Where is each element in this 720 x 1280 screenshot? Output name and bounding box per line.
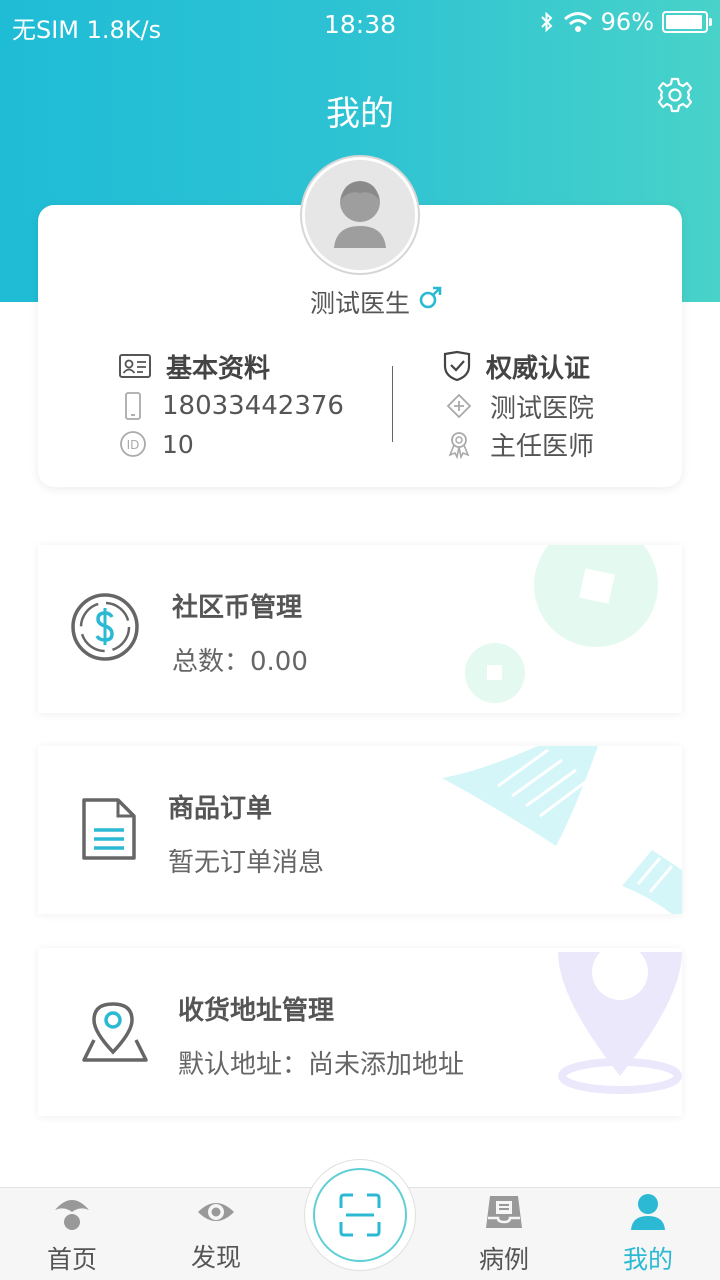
certification-label: 权威认证 [486,353,591,384]
eye-icon [198,1203,234,1221]
tab-home-label: 首页 [46,1245,97,1274]
doctor-name-text: 测试医生 [309,289,410,318]
id-card-icon [119,354,151,378]
address-card[interactable]: 收货地址管理 默认地址：尚未添加地址 [38,948,682,1116]
bluetooth-icon [540,11,553,33]
location-pin-icon [82,1002,148,1062]
status-bar: 无SIM 1.8K/s 18:38 96% [0,0,720,48]
phone-row: 18033442376 [118,391,344,421]
user-avatar-icon [305,160,415,270]
map-pin-decoration-icon [558,948,682,1094]
coin-total: 总数：0.00 [172,647,308,677]
coin-management-card[interactable]: 社区币管理 总数：0.00 [38,545,682,713]
award-icon [448,432,470,459]
doctor-title: 主任医师 [490,431,595,462]
scan-icon [339,1193,381,1237]
id-badge-icon: ID [120,431,146,457]
address-default: 默认地址：尚未添加地址 [178,1050,465,1080]
tab-discover-label: 发现 [190,1243,241,1272]
phone-number: 18033442376 [162,391,344,421]
tab-mine[interactable]: 我的 [588,1188,708,1280]
tab-discover[interactable]: 发现 [156,1188,276,1280]
svg-text:ID: ID [127,438,140,452]
info-divider [392,366,393,442]
tab-cases[interactable]: 病例 [444,1188,564,1280]
battery-percent: 96% [600,8,654,36]
paper-decoration-icon [442,746,682,914]
coin-decoration-icon [465,545,658,703]
tab-mine-label: 我的 [622,1245,673,1274]
id-row: ID 10 [118,429,344,459]
hospital-icon [446,393,472,419]
avatar[interactable] [302,157,418,273]
basic-info-section[interactable]: 基本资料 18033442376 ID 10 [118,349,344,459]
orders-title: 商品订单 [168,794,273,824]
male-icon [419,286,442,309]
coin-management-title: 社区币管理 [172,593,303,623]
certification-section[interactable]: 权威认证 测试医院 主任医师 [442,349,594,462]
basic-info-heading: 基本资料 [118,349,344,384]
basic-info-label: 基本资料 [166,353,271,384]
wifi-icon [563,12,592,32]
phone-icon [125,392,141,420]
status-icons: 96% [539,8,712,36]
inbox-tray-icon [486,1196,522,1228]
address-title: 收货地址管理 [178,996,335,1026]
page-title: 我的 [326,94,394,134]
gear-icon[interactable] [656,76,694,114]
user-icon [631,1194,665,1230]
doctor-name: 测试医生 [0,284,720,320]
tab-cases-label: 病例 [478,1245,529,1274]
tab-home[interactable]: 首页 [12,1188,132,1280]
home-icon [55,1200,89,1230]
scan-button[interactable] [304,1159,416,1271]
scan-button-ring [313,1168,407,1262]
battery-icon [662,11,712,33]
shield-check-icon [443,350,471,382]
title-row: 主任医师 [442,429,594,462]
orders-card[interactable]: 商品订单 暂无订单消息 [38,746,682,914]
orders-status: 暂无订单消息 [168,848,325,878]
user-id: 10 [162,429,194,459]
certification-heading: 权威认证 [442,349,594,384]
dollar-coin-icon [71,593,139,661]
hospital-name: 测试医院 [490,393,595,424]
document-icon [82,798,136,860]
hospital-row: 测试医院 [442,391,594,424]
